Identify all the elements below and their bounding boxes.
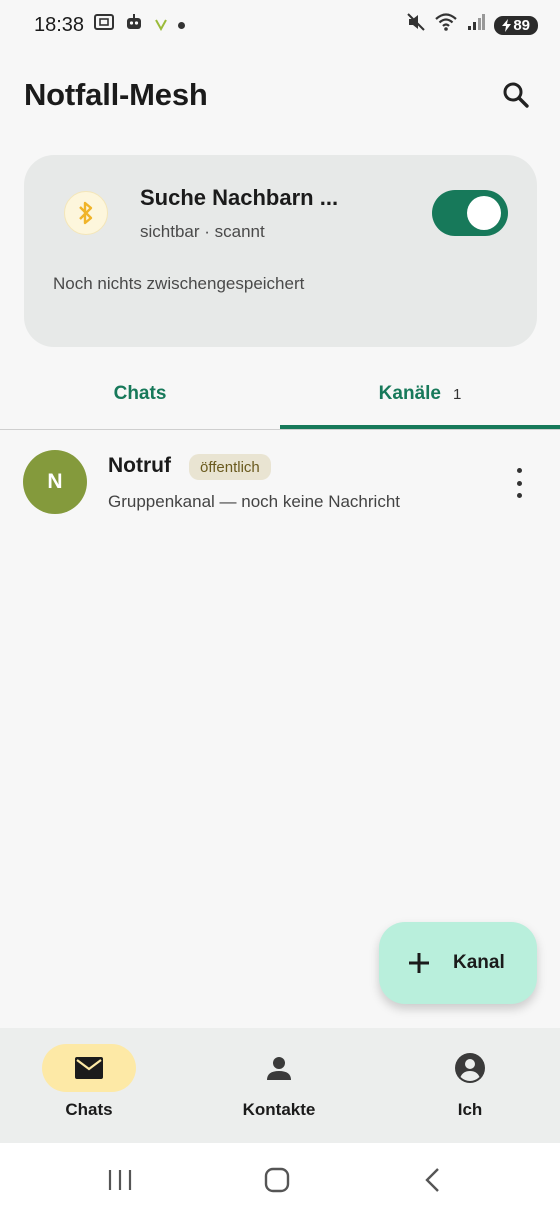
- nav-label-contacts: Kontakte: [242, 1100, 316, 1119]
- tab-chats[interactable]: Chats: [0, 360, 280, 428]
- avatar: N: [23, 450, 87, 514]
- nav-label-me: Ich: [457, 1100, 483, 1119]
- badge-label: öffentlich: [200, 458, 260, 476]
- more-vert-icon-dot: [516, 493, 522, 498]
- status-bar-right: 89: [406, 12, 538, 38]
- status-bar: 18:38 89: [0, 0, 560, 50]
- more-options-button[interactable]: [506, 468, 532, 498]
- back-icon: [425, 1168, 439, 1192]
- status-bar-left: 18:38: [34, 12, 186, 38]
- nav-item-chats[interactable]: Chats: [0, 1044, 184, 1134]
- add-channel-label: Kanal: [453, 952, 505, 973]
- channel-preview: Gruppenkanal — noch keine Nachricht: [108, 492, 400, 511]
- recents-icon: [108, 1170, 132, 1190]
- status-time: 18:38: [34, 13, 85, 36]
- notification-dot-icon: [178, 21, 186, 29]
- tab-indicator: [280, 425, 560, 429]
- nav-item-contacts[interactable]: Kontakte: [184, 1044, 374, 1134]
- home-button[interactable]: [257, 1165, 297, 1195]
- wifi-icon: [434, 12, 458, 38]
- mesh-status-title: Suche Nachbarn ...: [140, 185, 339, 210]
- tab-chats-label: Chats: [113, 383, 167, 404]
- avatar-letter: N: [47, 470, 63, 493]
- person-icon: [267, 1057, 291, 1080]
- app-bar: Notfall-Mesh: [0, 62, 560, 128]
- battery-icon: 89: [494, 15, 538, 35]
- recents-button[interactable]: [100, 1165, 140, 1195]
- nav-pill-me: [423, 1044, 517, 1092]
- plus-icon: [409, 953, 429, 973]
- battery-level: 89: [513, 16, 530, 34]
- tab-channels-count: 1: [452, 385, 462, 403]
- channel-name: Notruf: [108, 454, 171, 477]
- nav-item-me[interactable]: Ich: [375, 1044, 560, 1134]
- back-button[interactable]: [413, 1165, 453, 1195]
- mesh-toggle[interactable]: [432, 190, 508, 236]
- cache-note: Noch nichts zwischengespeichert: [53, 274, 305, 293]
- toggle-knob: [467, 196, 501, 230]
- mail-icon: [75, 1057, 103, 1079]
- vpn-v-icon: [154, 14, 168, 37]
- nav-label-chats: Chats: [65, 1100, 113, 1119]
- mesh-status-card: Suche Nachbarn ... sichtbar · scannt Noc…: [24, 155, 537, 347]
- search-icon: [503, 82, 529, 108]
- tab-channels[interactable]: Kanäle 1: [280, 360, 560, 428]
- tab-channels-label: Kanäle: [378, 383, 441, 404]
- robot-icon: [124, 12, 144, 38]
- more-vert-icon-dot: [516, 480, 522, 486]
- tab-bar: Chats Kanäle 1: [0, 360, 560, 430]
- account-circle-icon: [455, 1053, 485, 1083]
- bluetooth-icon: [64, 191, 108, 235]
- signal-icon: [466, 12, 486, 38]
- status-badge: öffentlich: [189, 454, 271, 480]
- nav-pill-contacts: [232, 1044, 326, 1092]
- search-button[interactable]: [496, 75, 536, 115]
- home-icon: [264, 1167, 290, 1193]
- mute-icon: [406, 12, 426, 38]
- nav-pill-chats: [42, 1044, 136, 1092]
- mesh-status-subtitle: sichtbar · scannt: [140, 222, 265, 241]
- screenshot-icon: [94, 13, 115, 37]
- more-vert-icon: [516, 468, 522, 473]
- page-title: Notfall-Mesh: [24, 77, 208, 112]
- system-nav-bar: [0, 1143, 560, 1214]
- list-item[interactable]: N Notruf öffentlich Gruppenkanal — noch …: [0, 440, 560, 530]
- add-channel-button[interactable]: Kanal: [379, 922, 537, 1004]
- bottom-nav: Chats Kontakte Ich: [0, 1028, 560, 1143]
